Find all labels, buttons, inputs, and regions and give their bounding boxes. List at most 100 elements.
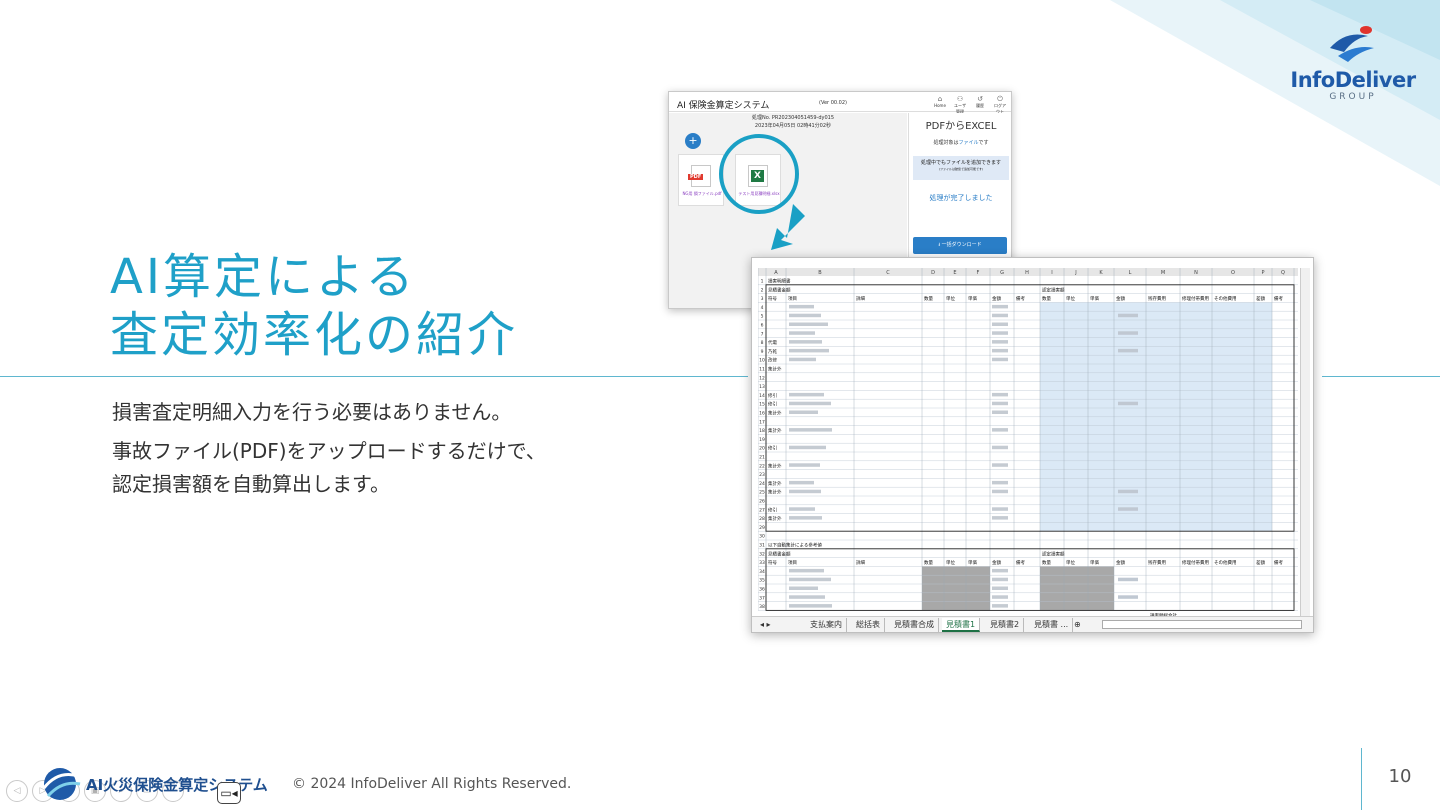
history-icon: ↺ xyxy=(977,95,983,103)
excel-row-number: 26 xyxy=(759,499,765,505)
logo-sub: GROUP xyxy=(1329,92,1377,102)
excel-vertical-scrollbar[interactable] xyxy=(1300,268,1310,618)
excel-header-cell: 数量 xyxy=(924,559,933,566)
slide: InfoDeliver GROUP AI算定による 査定効率化の紹介 損害査定明… xyxy=(0,0,1440,810)
panel-target: 処理対象はファイルです xyxy=(933,140,989,146)
excel-row-number: 14 xyxy=(759,393,765,399)
nav-home[interactable]: ⌂ Home xyxy=(933,95,947,115)
excel-symbol-cell: 修引 xyxy=(768,401,777,408)
excel-row-number: 24 xyxy=(759,481,765,487)
excel-header-cell: 単価 xyxy=(968,295,977,302)
excel-header-cell: 項目 xyxy=(788,296,797,302)
pdf-file-name: NG用 損ファイル.pdf xyxy=(682,191,722,196)
excel-header-cell: 差額 xyxy=(1256,559,1265,566)
excel-row-number: 37 xyxy=(759,595,765,601)
excel-symbol-cell: 集計外 xyxy=(768,462,782,469)
excel-header-cell: 金額 xyxy=(1116,295,1125,302)
excel-sheet-grid: A B C D E F G H I J K L M N O P Q12345678 代電9 乃乾10 改修11 集計外1… xyxy=(758,268,1298,619)
excel-header-cell: 数量 xyxy=(1042,295,1051,302)
excel-column-header: P xyxy=(1261,270,1264,276)
desc-line-2: 事故ファイル(PDF)をアップロードするだけで、 xyxy=(112,439,546,463)
excel-column-header: G xyxy=(1000,270,1004,276)
title-line-1: AI算定による xyxy=(110,249,417,305)
excel-symbol-cell: 集計外 xyxy=(768,489,782,496)
excel-row-number: 35 xyxy=(759,578,765,584)
panel-title: PDFからEXCEL xyxy=(925,121,997,132)
excel-horizontal-scrollbar[interactable] xyxy=(1102,620,1302,629)
excel-certified-label-2: 認定損害額 xyxy=(1042,550,1065,557)
camera-icon[interactable]: ▭◂ xyxy=(217,782,241,804)
add-file-button[interactable]: + xyxy=(685,133,701,149)
nav-logout[interactable]: ⏻ ログアウト xyxy=(993,95,1007,115)
prev-slide-icon[interactable]: ◁ xyxy=(6,780,28,802)
excel-row-number: 8 xyxy=(761,340,764,346)
add-sheet-icon[interactable]: ⊕ xyxy=(1070,618,1085,632)
processing-number: 処理No. PR202304051459-dy015 xyxy=(751,115,835,121)
excel-row-number: 19 xyxy=(759,437,765,443)
pdf-file-card[interactable]: PDF NG用 損ファイル.pdf xyxy=(678,154,724,206)
tab-nav-arrows[interactable]: ◂ ▸ xyxy=(756,618,775,632)
excel-header-cell: 符号 xyxy=(768,295,777,302)
excel-header-cell: 数量 xyxy=(924,295,933,302)
tab-sheet-6[interactable]: 見積書 ... xyxy=(1030,618,1074,632)
excel-row-number: 21 xyxy=(759,455,765,461)
excel-column-header: I xyxy=(1051,270,1052,276)
excel-header-cell: 単位 xyxy=(946,295,955,302)
logout-icon: ⏻ xyxy=(997,95,1003,103)
tab-sheet-2[interactable]: 総括表 xyxy=(852,618,885,632)
tab-sheet-4[interactable]: 見積書1 xyxy=(942,618,981,632)
excel-header-cell: 備考 xyxy=(1274,295,1283,302)
excel-header-cell: 備考 xyxy=(1274,559,1283,566)
tab-sheet-5[interactable]: 見積書2 xyxy=(986,618,1025,632)
excel-column-header: A xyxy=(774,270,778,276)
nav-history[interactable]: ↺ 履歴 xyxy=(973,95,987,115)
excel-estimate-label-2: 見積書金額 xyxy=(768,550,791,557)
excel-symbol-cell: 修引 xyxy=(768,506,777,513)
slide-title: AI算定による 査定効率化の紹介 xyxy=(110,248,518,364)
excel-estimate-label: 見積書金額 xyxy=(768,286,791,293)
title-line-2: 査定効率化の紹介 xyxy=(110,307,519,363)
divider-right xyxy=(1322,376,1440,377)
excel-symbol-cell: 集計外 xyxy=(768,515,782,522)
divider-left xyxy=(0,376,748,377)
excel-row-number: 5 xyxy=(761,314,764,320)
excel-row-number: 20 xyxy=(759,446,765,452)
excel-row-number: 22 xyxy=(759,463,765,469)
excel-symbol-cell: 改修 xyxy=(768,357,777,364)
excel-header-cell: 詳細 xyxy=(856,559,865,566)
excel-symbol-cell: 修引 xyxy=(768,392,777,399)
pdf-file-icon: PDF xyxy=(688,165,711,187)
user-icon: ⚇ xyxy=(956,95,964,103)
page-number: 10 xyxy=(1388,766,1412,787)
excel-header-cell: 修理付帯費用 xyxy=(1182,295,1209,302)
logo-mark-icon xyxy=(1330,26,1374,62)
excel-column-header: C xyxy=(886,270,890,276)
desc-line-1: 損害査定明細入力を行う必要はありません。 xyxy=(112,400,512,424)
excel-column-header: F xyxy=(977,270,980,276)
excel-header-cell: 残存費用 xyxy=(1148,559,1166,566)
excel-row-number: 1 xyxy=(761,279,764,285)
excel-symbol-cell: 代電 xyxy=(768,339,777,346)
excel-row-number: 9 xyxy=(761,349,764,355)
excel-header-cell: その他費用 xyxy=(1214,559,1237,566)
excel-row-number: 15 xyxy=(759,402,765,408)
excel-symbol-cell: 乃乾 xyxy=(768,348,777,355)
excel-row-number: 6 xyxy=(761,323,764,329)
excel-header-cell: 修理付帯費用 xyxy=(1182,559,1209,566)
excel-column-header: N xyxy=(1194,270,1198,276)
excel-header-cell: 単位 xyxy=(1066,295,1075,302)
webapp-version: (Ver 00.02) xyxy=(819,100,847,106)
tab-sheet-3[interactable]: 見積書合成 xyxy=(890,618,939,632)
excel-row-number: 31 xyxy=(759,543,765,549)
footer-logo-icon xyxy=(42,768,81,800)
panel-add-info: 処理中でもファイルを追加できます (ファイルは破棄で追加可能です) xyxy=(913,156,1009,180)
download-all-button[interactable]: ⭳ 一括ダウンロード xyxy=(913,237,1007,254)
excel-row-number: 33 xyxy=(759,560,765,566)
excel-header-cell: 項目 xyxy=(788,560,797,566)
excel-row-number: 4 xyxy=(761,305,764,311)
tab-sheet-1[interactable]: 支払案内 xyxy=(806,618,847,632)
excel-row-number: 23 xyxy=(759,472,765,478)
nav-users[interactable]: ⚇ ユーザ管理 xyxy=(953,95,967,115)
excel-column-header: M xyxy=(1161,270,1165,276)
excel-row-number: 36 xyxy=(759,587,765,593)
